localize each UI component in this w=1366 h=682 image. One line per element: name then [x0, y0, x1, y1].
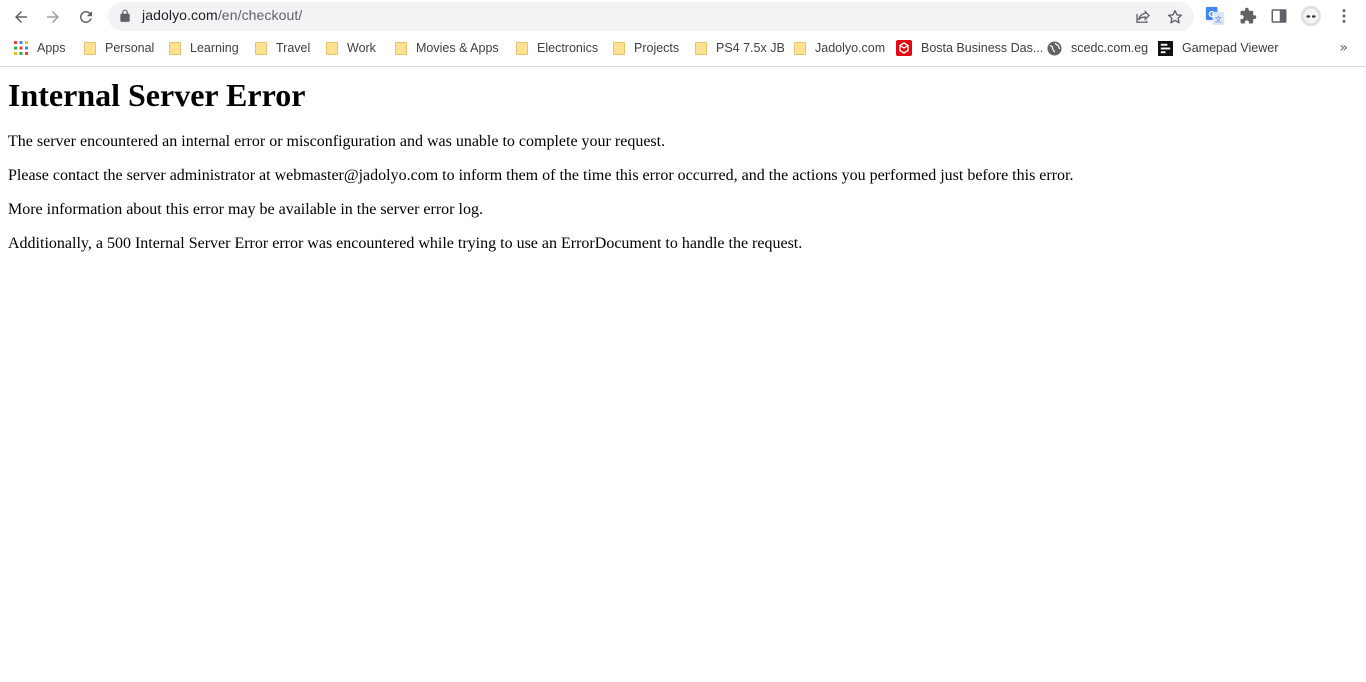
address-bar[interactable]: jadolyo.com/en/checkout/ — [108, 2, 1194, 31]
reload-button[interactable] — [73, 4, 99, 30]
bookmark-label: scedc.com.eg — [1071, 41, 1149, 55]
bookmark-label: Personal — [105, 41, 155, 55]
bookmark-label: PS4 7.5x JB — [716, 41, 785, 55]
more-vert-icon — [1342, 9, 1346, 23]
extensions-button[interactable] — [1237, 5, 1259, 27]
bookmark-projects[interactable]: Projects — [613, 36, 679, 60]
bookmark-label: Projects — [634, 41, 680, 55]
url-domain: jadolyo.com — [142, 7, 218, 23]
page-content: Internal Server Error The server encount… — [8, 67, 1358, 253]
browser-chrome: jadolyo.com/en/checkout/ G 文 Apps Person… — [0, 0, 1366, 67]
side-panel-icon — [1271, 9, 1287, 23]
folder-icon — [695, 41, 707, 55]
browser-toolbar: jadolyo.com/en/checkout/ G 文 — [0, 0, 1366, 34]
star-icon[interactable] — [1166, 8, 1184, 26]
puzzle-piece-icon — [1240, 7, 1257, 24]
folder-icon — [794, 41, 806, 55]
folder-icon — [169, 41, 181, 55]
bookmark-ps4-jb[interactable]: PS4 7.5x JB — [695, 36, 785, 60]
bookmark-travel[interactable]: Travel — [255, 36, 310, 60]
folder-icon — [255, 41, 267, 55]
error-paragraph: The server encountered an internal error… — [8, 133, 666, 150]
error-paragraph: More information about this error may be… — [8, 201, 483, 218]
google-translate-extension[interactable]: G 文 — [1204, 5, 1226, 27]
bosta-icon — [896, 40, 912, 56]
folder-icon — [516, 41, 528, 55]
bookmark-label: Travel — [276, 41, 311, 55]
bookmark-label: Electronics — [537, 41, 599, 55]
bookmark-label: Bosta Business Das... — [921, 41, 1044, 55]
error-paragraph: Additionally, a 500 Internal Server Erro… — [8, 235, 803, 252]
bookmark-label: Work — [347, 41, 376, 55]
folder-icon — [326, 41, 338, 55]
bookmark-apps[interactable]: Apps — [14, 36, 66, 60]
globe-icon — [1047, 40, 1062, 56]
bookmark-gamepad-viewer[interactable]: Gamepad Viewer — [1158, 36, 1278, 60]
apps-grid-icon — [14, 41, 28, 55]
forward-button[interactable] — [40, 4, 66, 30]
url-text[interactable]: jadolyo.com/en/checkout/ — [142, 7, 302, 23]
bookmark-jadolyo[interactable]: Jadolyo.com — [794, 36, 885, 60]
bookmark-bosta[interactable]: Bosta Business Das... — [896, 36, 1043, 60]
google-translate-icon: G 文 — [1205, 6, 1225, 26]
page-title: Internal Server Error — [8, 77, 306, 113]
share-icon[interactable] — [1134, 8, 1152, 26]
bookmark-label: Movies & Apps — [416, 41, 499, 55]
menu-button[interactable] — [1333, 5, 1355, 27]
svg-text:G: G — [1208, 10, 1214, 19]
bookmarks-bar: Apps Personal Learning Travel Work Movie… — [0, 36, 1366, 60]
error-paragraph: Please contact the server administrator … — [8, 167, 1074, 184]
bookmark-label: Jadolyo.com — [815, 41, 886, 55]
reload-icon — [79, 10, 92, 23]
folder-icon — [395, 41, 407, 55]
side-panel-button[interactable] — [1268, 5, 1290, 27]
profile-button[interactable] — [1300, 5, 1322, 27]
lock-icon[interactable] — [118, 9, 132, 23]
bookmark-scedc[interactable]: scedc.com.eg — [1047, 36, 1148, 60]
bookmark-movies-apps[interactable]: Movies & Apps — [395, 36, 499, 60]
bookmark-label: Apps — [37, 41, 66, 55]
bookmark-learning[interactable]: Learning — [169, 36, 239, 60]
arrow-left-icon — [15, 11, 27, 23]
bookmark-electronics[interactable]: Electronics — [516, 36, 598, 60]
bookmark-label: Learning — [190, 41, 239, 55]
avatar-icon — [1300, 5, 1322, 27]
url-path: /en/checkout/ — [217, 7, 303, 23]
folder-icon — [84, 41, 96, 55]
bookmark-label: Gamepad Viewer — [1182, 41, 1279, 55]
back-button[interactable] — [8, 4, 34, 30]
folder-icon — [613, 41, 625, 55]
gamepad-viewer-icon — [1158, 40, 1173, 56]
bookmarks-overflow-button[interactable]: » — [1339, 40, 1348, 56]
svg-text:文: 文 — [1215, 15, 1222, 24]
arrow-right-icon — [47, 11, 59, 23]
bookmark-personal[interactable]: Personal — [84, 36, 154, 60]
bookmark-work[interactable]: Work — [326, 36, 376, 60]
